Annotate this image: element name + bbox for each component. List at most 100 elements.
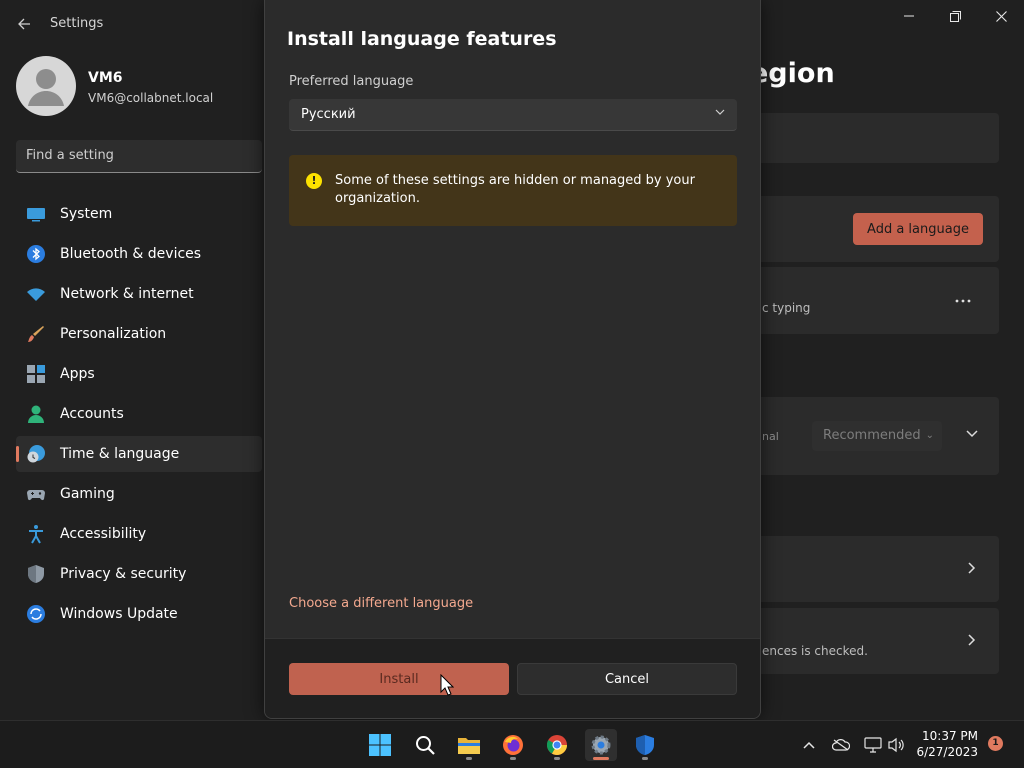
regional-format-value: Recommended [823, 428, 921, 443]
network-icon [864, 737, 882, 753]
expand-button[interactable] [966, 426, 978, 442]
sidebar-item-label: System [60, 206, 113, 222]
install-language-dialog: Install language features Preferred lang… [264, 0, 761, 719]
clock-date[interactable]: 6/27/2023 [916, 745, 978, 759]
chevron-right-icon [968, 634, 976, 650]
sidebar-item-label: Windows Update [60, 606, 178, 622]
user-email: VM6@collabnet.local [88, 91, 214, 105]
running-indicator [466, 757, 472, 760]
sidebar-item-privacy[interactable]: Privacy & security [16, 556, 262, 592]
language-item-subtitle: c typing [762, 301, 811, 315]
start-icon [369, 734, 391, 756]
sidebar-item-windows-update[interactable]: Windows Update [16, 596, 262, 632]
gamepad-icon [27, 490, 45, 501]
dialog-title: Install language features [287, 28, 557, 50]
sidebar-item-accounts[interactable]: Accounts [16, 396, 262, 432]
monitor-icon [27, 208, 45, 222]
choose-different-language-link[interactable]: Choose a different language [289, 596, 473, 611]
sidebar-nav: System Bluetooth & devices Network & int… [16, 196, 262, 636]
clock-time[interactable]: 10:37 PM [922, 729, 978, 743]
sidebar-item-label: Personalization [60, 326, 167, 342]
minimize-button[interactable] [886, 0, 932, 32]
install-button[interactable]: Install [289, 663, 509, 695]
defender-icon [636, 735, 654, 755]
user-name: VM6 [88, 70, 123, 86]
accessibility-icon [29, 525, 43, 544]
dialog-footer: Install Cancel [265, 638, 760, 718]
taskbar [0, 720, 1024, 768]
chevron-up-icon [803, 741, 815, 749]
file-explorer-button[interactable] [453, 729, 485, 761]
chevron-down-icon [715, 107, 725, 118]
settings-app-button[interactable] [585, 729, 617, 761]
regional-format-label: nal [762, 430, 779, 443]
maximize-button[interactable] [932, 0, 978, 32]
sidebar-item-label: Bluetooth & devices [60, 246, 202, 262]
running-indicator [510, 757, 516, 760]
arrow-left-icon [18, 18, 30, 30]
sidebar-item-personalization[interactable]: Personalization [16, 316, 262, 352]
more-options-button[interactable] [950, 290, 976, 310]
onedrive-tray-button[interactable] [831, 735, 851, 755]
show-hidden-icons-button[interactable] [799, 735, 819, 755]
preferred-language-label: Preferred language [289, 74, 414, 89]
sidebar-item-accessibility[interactable]: Accessibility [16, 516, 262, 552]
settings-link-card[interactable] [740, 536, 999, 602]
typing-card-subtitle: ences is checked. [762, 644, 868, 658]
cancel-button[interactable]: Cancel [517, 663, 737, 695]
settings-card [740, 113, 999, 163]
sidebar-item-time-language[interactable]: Time & language [16, 436, 262, 472]
preferred-language-select[interactable]: Русский [289, 99, 737, 131]
firefox-icon [503, 735, 523, 755]
regional-format-select[interactable]: Recommended ⌄ [812, 421, 942, 451]
defender-button[interactable] [629, 729, 661, 761]
sidebar-item-apps[interactable]: Apps [16, 356, 262, 392]
mouse-cursor-icon [440, 674, 454, 696]
bluetooth-icon [27, 245, 45, 263]
network-tray-button[interactable] [863, 735, 883, 755]
page-heading: egion [750, 58, 835, 89]
managed-warning-banner: ! Some of these settings are hidden or m… [289, 155, 737, 226]
chevron-right-icon [968, 562, 976, 578]
search-icon [416, 736, 435, 755]
firefox-button[interactable] [497, 729, 529, 761]
close-icon [995, 10, 1007, 22]
more-icon [955, 299, 971, 303]
maximize-icon [949, 10, 961, 22]
close-button[interactable] [978, 0, 1024, 32]
chrome-icon [546, 735, 567, 755]
update-icon [27, 605, 45, 623]
sidebar-item-gaming[interactable]: Gaming [16, 476, 262, 512]
search-input[interactable]: Find a setting [26, 148, 114, 163]
sidebar-item-bluetooth[interactable]: Bluetooth & devices [16, 236, 262, 272]
minimize-icon [904, 15, 914, 17]
settings-icon [591, 735, 611, 755]
notification-badge[interactable]: 1 [988, 736, 1003, 751]
brush-icon [28, 326, 44, 342]
warning-text: Some of these settings are hidden or man… [335, 173, 695, 206]
back-button[interactable] [12, 12, 36, 36]
preferred-language-value: Русский [301, 107, 356, 122]
sidebar-item-label: Gaming [60, 486, 115, 502]
person-avatar-icon [28, 69, 64, 106]
volume-tray-button[interactable] [886, 735, 906, 755]
chevron-down-icon: ⌄ [925, 430, 934, 441]
wifi-icon [27, 288, 45, 301]
sidebar-item-system[interactable]: System [16, 196, 262, 232]
sidebar-item-label: Privacy & security [60, 566, 187, 582]
active-indicator [593, 757, 609, 760]
sidebar-item-label: Network & internet [60, 286, 194, 302]
person-icon [28, 405, 44, 423]
apps-icon [27, 365, 45, 383]
sidebar-item-network[interactable]: Network & internet [16, 276, 262, 312]
avatar [16, 56, 76, 116]
sidebar-item-label: Accessibility [60, 526, 147, 542]
search-box[interactable]: Find a setting [16, 140, 262, 173]
chrome-button[interactable] [541, 729, 573, 761]
start-button[interactable] [364, 729, 396, 761]
typing-settings-card[interactable] [740, 608, 999, 674]
onedrive-icon [832, 739, 850, 751]
taskbar-search-button[interactable] [409, 729, 441, 761]
file-explorer-icon [458, 738, 480, 754]
add-language-button[interactable]: Add a language [853, 213, 983, 245]
